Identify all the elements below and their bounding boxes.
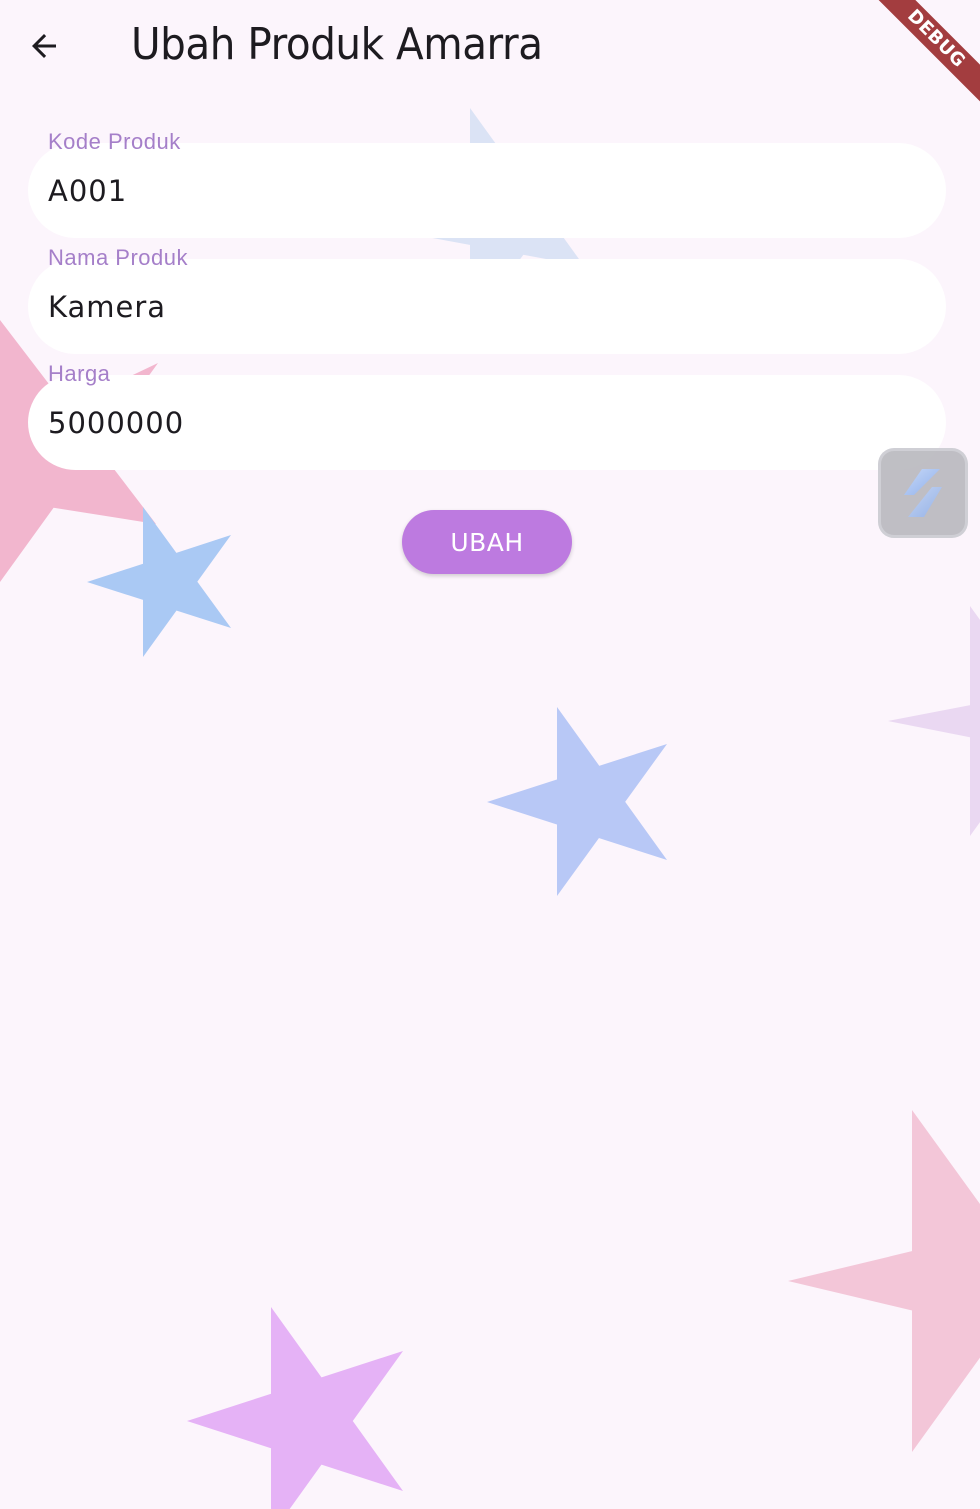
product-name-input[interactable] xyxy=(28,259,946,354)
star-decoration xyxy=(788,1110,980,1452)
product-code-input[interactable] xyxy=(28,143,946,238)
price-label: Harga xyxy=(48,361,111,386)
product-name-field: Nama Produk xyxy=(28,244,946,360)
update-button[interactable]: UBAH xyxy=(402,510,572,574)
edit-product-form: Kode Produk Nama Produk Harga xyxy=(28,128,946,476)
app-bar: Ubah Produk Amarra xyxy=(0,0,980,92)
star-decoration xyxy=(187,1307,403,1509)
price-input[interactable] xyxy=(28,375,946,470)
product-code-field: Kode Produk xyxy=(28,128,946,244)
product-name-label: Nama Produk xyxy=(48,245,189,270)
inspector-tool-button[interactable] xyxy=(878,448,968,538)
arrow-back-icon xyxy=(32,34,56,58)
star-decoration xyxy=(487,707,667,896)
flutter-inspector-icon xyxy=(904,469,942,517)
star-decoration xyxy=(87,507,231,657)
price-field: Harga xyxy=(28,360,946,476)
star-decoration xyxy=(888,606,980,836)
product-code-label: Kode Produk xyxy=(48,129,181,154)
back-button[interactable] xyxy=(14,16,74,76)
page-title: Ubah Produk Amarra xyxy=(131,19,543,70)
